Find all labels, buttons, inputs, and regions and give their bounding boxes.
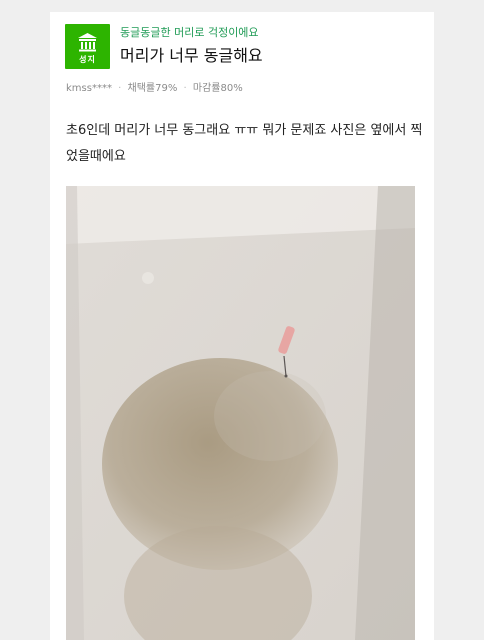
question-category[interactable]: 동글동글한 머리로 걱정이에요 [120,26,259,40]
attached-photo[interactable] [66,186,415,640]
author-id[interactable]: kmss**** [66,83,112,94]
question-body: 초6인데 머리가 너무 동그래요 ㅠㅠ 뭐가 문제죠 사진은 옆에서 찍었을때에… [66,123,423,164]
temple-icon [78,33,97,52]
rank-badge: 성지 [65,24,110,69]
badge-label: 성지 [79,55,96,64]
meta-separator: · [118,83,122,94]
question-title[interactable]: 머리가 너무 동글해요 [120,46,263,66]
deadline-rate: 마감률80% [192,83,243,94]
question-meta: kmss**** · 채택률79% · 마감률80% [66,83,243,95]
meta-separator: · [183,83,187,94]
adoption-rate: 채택률79% [127,83,178,94]
photo-image [66,186,415,640]
question-header: 성지 동글동글한 머리로 걱정이에요 머리가 너무 동글해요 [65,22,425,72]
